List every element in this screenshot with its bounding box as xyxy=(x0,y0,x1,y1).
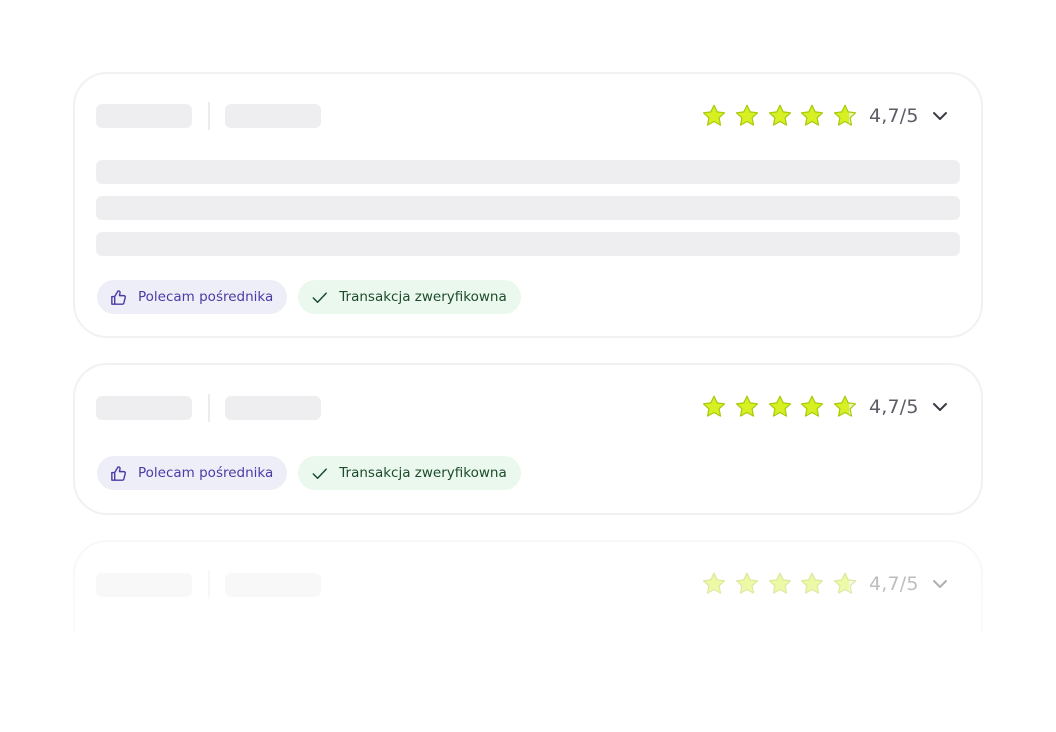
review-tags: Polecam pośrednika Transakcja zweryfikow… xyxy=(97,280,532,314)
verified-badge-label: Transakcja zweryfikowna xyxy=(339,465,507,481)
star-icon xyxy=(834,572,857,594)
star-rating xyxy=(701,394,865,420)
review-text-line-placeholder xyxy=(96,196,960,220)
verified-badge: Transakcja zweryfikowna xyxy=(298,280,521,314)
bottom-fade xyxy=(0,632,1056,732)
chevron-down-icon[interactable] xyxy=(931,107,949,125)
star-rating xyxy=(701,571,865,597)
rating: 4,7/5 xyxy=(701,391,949,423)
rating-value: 4,7/5 xyxy=(868,573,919,595)
rating-value: 4,7/5 xyxy=(868,105,919,127)
star-icon xyxy=(735,395,758,417)
review-tags: Polecam pośrednika Transakcja zweryfikow… xyxy=(97,456,532,490)
star-icon xyxy=(801,104,824,126)
date-placeholder xyxy=(225,396,321,420)
recommend-badge: Polecam pośrednika xyxy=(97,280,288,314)
header-divider xyxy=(208,102,210,130)
star-icon xyxy=(834,395,857,417)
star-icon xyxy=(801,395,824,417)
star-icon xyxy=(702,104,726,126)
date-placeholder xyxy=(225,104,321,128)
star-icon xyxy=(735,572,758,594)
star-icon xyxy=(702,395,726,417)
check-icon xyxy=(312,291,328,303)
rating: 4,7/5 xyxy=(701,100,949,132)
header-divider xyxy=(208,571,210,599)
review-text-line-placeholder xyxy=(96,160,960,184)
star-icon xyxy=(768,572,791,594)
check-icon xyxy=(312,467,328,479)
star-icon xyxy=(768,395,791,417)
star-icon xyxy=(735,104,758,126)
review-text-line-placeholder xyxy=(96,232,960,256)
chevron-down-icon[interactable] xyxy=(931,398,949,416)
rating-value: 4,7/5 xyxy=(868,396,919,418)
recommend-badge-label: Polecam pośrednika xyxy=(138,289,274,305)
author-name-placeholder xyxy=(96,104,192,128)
star-icon xyxy=(801,572,824,594)
thumbs-up-icon xyxy=(111,289,127,305)
thumbs-up-icon xyxy=(111,465,127,481)
rating: 4,7/5 xyxy=(701,568,949,600)
recommend-badge: Polecam pośrednika xyxy=(97,456,288,490)
author-name-placeholder xyxy=(96,396,192,420)
verified-badge: Transakcja zweryfikowna xyxy=(298,456,521,490)
author-name-placeholder xyxy=(96,573,192,597)
reviews-list: 4,7/5 Polecam pośrednika Transakcja zwer… xyxy=(0,0,1056,732)
verified-badge-label: Transakcja zweryfikowna xyxy=(339,289,507,305)
star-icon xyxy=(702,572,726,594)
header-divider xyxy=(208,394,210,422)
star-icon xyxy=(834,104,857,126)
star-icon xyxy=(768,104,791,126)
recommend-badge-label: Polecam pośrednika xyxy=(138,465,274,481)
chevron-down-icon[interactable] xyxy=(931,575,949,593)
review-card: 4,7/5 Polecam pośrednika Transakcja zwer… xyxy=(73,363,983,515)
star-rating xyxy=(701,103,865,129)
date-placeholder xyxy=(225,573,321,597)
review-card: 4,7/5 Polecam pośrednika Transakcja zwer… xyxy=(73,72,983,338)
